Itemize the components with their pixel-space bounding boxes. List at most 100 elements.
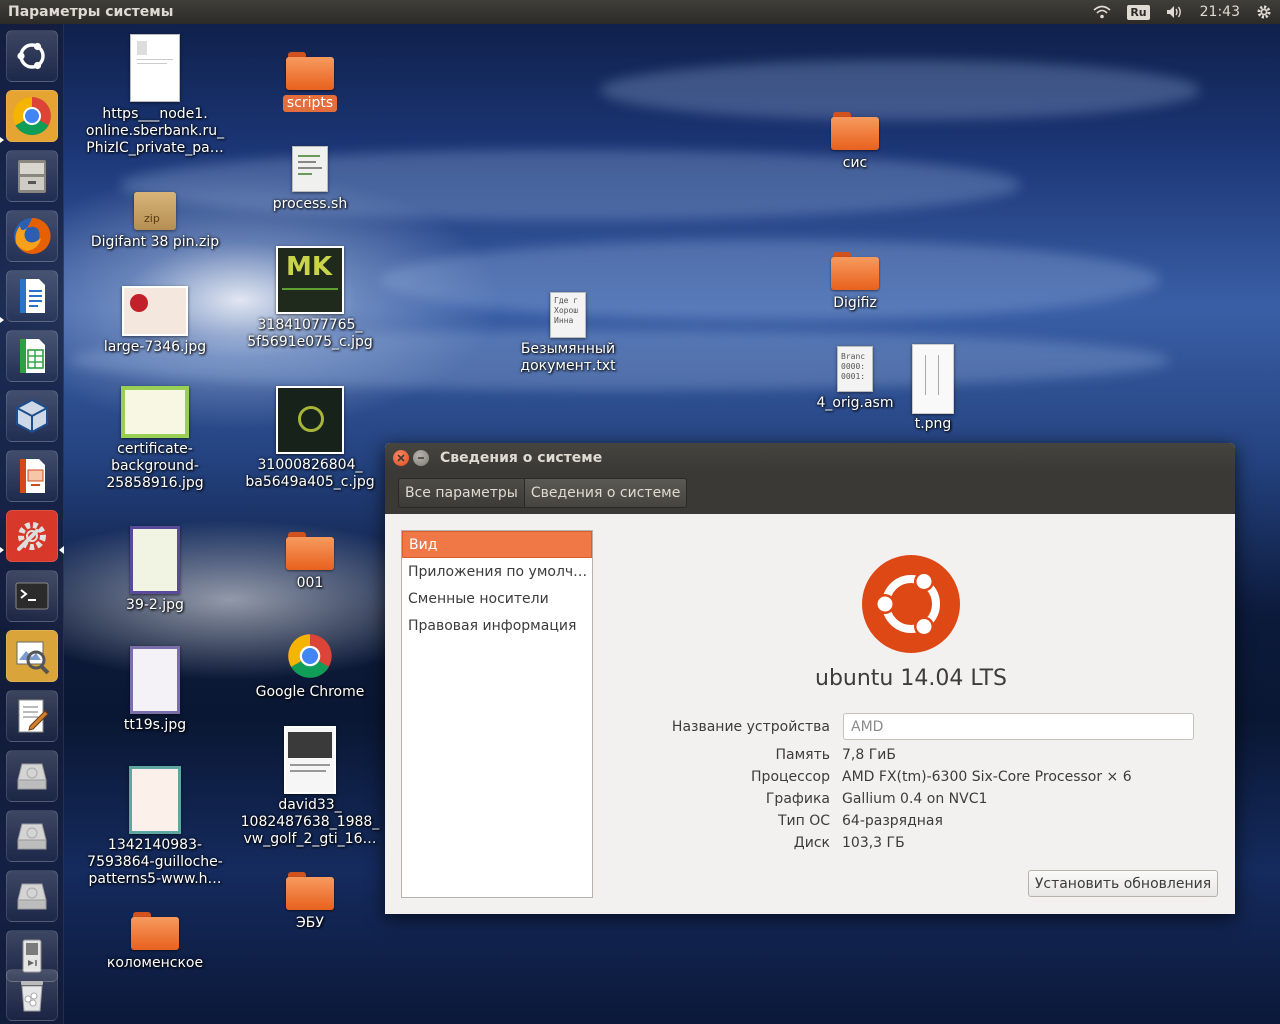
drive-icon[interactable] bbox=[6, 750, 58, 802]
desktop-icon-label: Digifiz bbox=[833, 295, 877, 311]
wallpaper-cloud bbox=[380, 240, 1160, 320]
minimize-icon bbox=[418, 456, 424, 459]
gear-icon[interactable] bbox=[1256, 4, 1272, 20]
breadcrumb-all-settings[interactable]: Все параметры bbox=[398, 478, 525, 508]
wallpaper-cloud bbox=[600, 60, 1200, 120]
running-indicator bbox=[0, 317, 4, 323]
launcher bbox=[0, 24, 64, 1024]
desktop-icon-folder[interactable]: 001 bbox=[240, 532, 380, 592]
impress-icon[interactable] bbox=[6, 450, 58, 502]
firefox-icon[interactable] bbox=[6, 210, 58, 262]
device-name-field[interactable] bbox=[843, 713, 1194, 740]
window-title: Сведения о системе bbox=[440, 449, 603, 466]
chrome-icon[interactable] bbox=[6, 90, 58, 142]
graphics-value: Gallium 0.4 on NVC1 bbox=[842, 791, 988, 807]
processor-label: Процессор bbox=[751, 769, 830, 785]
file-manager-icon[interactable] bbox=[6, 150, 58, 202]
desktop-icon-image[interactable]: 31000826804_ ba5649a405_c.jpg bbox=[230, 386, 390, 491]
text-editor-icon[interactable] bbox=[6, 690, 58, 742]
desktop-icon-folder[interactable]: ЭБУ bbox=[240, 872, 380, 932]
focused-indicator bbox=[59, 546, 64, 554]
volume-icon[interactable] bbox=[1166, 5, 1184, 19]
device-name-label: Название устройства bbox=[671, 719, 830, 735]
desktop-icon-label: t.png bbox=[914, 416, 952, 432]
desktop-icon-label: сис bbox=[842, 155, 868, 171]
virtualbox-icon[interactable] bbox=[6, 390, 58, 442]
desktop-icon-label: коломенское bbox=[106, 955, 204, 971]
sidebar-item-overview[interactable]: Вид bbox=[402, 531, 592, 558]
keyboard-layout-indicator[interactable]: Ru bbox=[1127, 4, 1150, 20]
install-updates-button[interactable]: Установить обновления bbox=[1028, 870, 1218, 897]
desktop-icon-image[interactable]: 39-2.jpg bbox=[80, 526, 230, 614]
zip-badge: zip bbox=[144, 212, 160, 225]
desktop-icon-document[interactable]: https___node1. online.sberbank.ru_ PhizI… bbox=[80, 34, 230, 157]
wifi-icon[interactable] bbox=[1093, 5, 1111, 19]
trash-icon[interactable] bbox=[6, 969, 58, 1021]
desktop-icon-label: https___node1. online.sberbank.ru_ PhizI… bbox=[85, 106, 225, 156]
writer-icon[interactable] bbox=[6, 270, 58, 322]
sidebar-item-legal[interactable]: Правовая информация bbox=[402, 612, 592, 639]
top-panel: Параметры системы Ru 21:43 bbox=[0, 0, 1280, 24]
drive-icon[interactable] bbox=[6, 810, 58, 862]
thumbnail-mk-text: MK bbox=[286, 252, 333, 282]
details-sidebar: Вид Приложения по умолч… Сменные носител… bbox=[401, 530, 593, 898]
desktop-icon-label: Google Chrome bbox=[255, 684, 365, 700]
close-icon bbox=[397, 453, 405, 462]
desktop-icon-image[interactable]: certificate- background- 25858916.jpg bbox=[80, 386, 230, 492]
close-button[interactable] bbox=[393, 449, 409, 466]
clock[interactable]: 21:43 bbox=[1200, 4, 1240, 20]
folder-icon bbox=[286, 872, 334, 910]
desktop-icon-image[interactable]: MK 31841077765_ 5f5691e075_c.jpg bbox=[230, 246, 390, 351]
desktop-icon-image[interactable]: tt19s.jpg bbox=[80, 646, 230, 734]
desktop-icon-folder[interactable]: scripts bbox=[240, 52, 380, 112]
memory-label: Память bbox=[775, 747, 831, 763]
os-name: ubuntu 14.04 LTS bbox=[815, 666, 1007, 691]
breadcrumb-system-details[interactable]: Сведения о системе bbox=[524, 478, 688, 508]
system-settings-icon[interactable] bbox=[6, 510, 58, 562]
desktop-icon-image[interactable]: t.png bbox=[890, 344, 976, 433]
folder-icon bbox=[286, 532, 334, 570]
text-file-icon: Branc 0000: 0001: bbox=[837, 346, 873, 392]
chrome-icon bbox=[288, 634, 332, 678]
desktop-icon-image[interactable]: david33_ 1082487638_1988_ vw_golf_2_gti_… bbox=[240, 726, 380, 848]
desktop-icon-folder[interactable]: коломенское bbox=[80, 912, 230, 972]
calc-icon[interactable] bbox=[6, 330, 58, 382]
desktop-icon-script[interactable]: process.sh bbox=[240, 146, 380, 213]
os-type-label: Тип ОС bbox=[777, 813, 830, 829]
desktop-icon-folder[interactable]: сис bbox=[800, 112, 910, 172]
drive-icon[interactable] bbox=[6, 870, 58, 922]
desktop-icon-label: 001 bbox=[296, 575, 324, 591]
desktop-icon-folder[interactable]: Digifiz bbox=[800, 252, 910, 312]
ubuntu-dash-icon[interactable] bbox=[6, 30, 58, 82]
memory-value: 7,8 ГиБ bbox=[842, 747, 896, 763]
os-type-value: 64-разрядная bbox=[842, 813, 943, 829]
sidebar-item-removable-media[interactable]: Сменные носители bbox=[402, 585, 592, 612]
desktop-icon-label: 1342140983- 7593864-guilloche- patterns5… bbox=[87, 837, 223, 887]
image-thumbnail bbox=[276, 386, 344, 454]
desktop-icon-text-file[interactable]: Где г Хорош Инна Безымянный документ.txt bbox=[500, 292, 636, 375]
image-thumbnail bbox=[912, 344, 954, 414]
minimize-button[interactable] bbox=[413, 449, 429, 466]
text-file-icon: Где г Хорош Инна bbox=[550, 292, 586, 338]
ubuntu-logo-icon bbox=[862, 555, 960, 653]
folder-icon bbox=[131, 912, 179, 950]
desktop-icon-chrome[interactable]: Google Chrome bbox=[240, 632, 380, 701]
image-thumbnail bbox=[129, 766, 181, 834]
image-thumbnail: MK bbox=[276, 246, 344, 314]
image-thumbnail bbox=[122, 286, 188, 336]
image-thumbnail bbox=[130, 646, 180, 714]
terminal-icon[interactable] bbox=[6, 570, 58, 622]
desktop-icon-label: certificate- background- 25858916.jpg bbox=[106, 441, 204, 491]
desktop-icon-label: large-7346.jpg bbox=[103, 339, 207, 355]
running-indicator bbox=[0, 547, 4, 553]
desktop-icon-zip[interactable]: zip Digifant 38 pin.zip bbox=[80, 192, 230, 251]
archive-icon: zip bbox=[134, 192, 176, 230]
desktop-icon-image[interactable]: 1342140983- 7593864-guilloche- patterns5… bbox=[80, 766, 230, 888]
folder-icon bbox=[831, 252, 879, 290]
sidebar-item-default-apps[interactable]: Приложения по умолч… bbox=[402, 558, 592, 585]
image-viewer-icon[interactable] bbox=[6, 630, 58, 682]
desktop-icon-image[interactable]: large-7346.jpg bbox=[80, 286, 230, 356]
disk-label: Диск bbox=[793, 835, 830, 851]
file-preview-text: Branc 0000: 0001: bbox=[841, 352, 866, 381]
window-titlebar[interactable]: Сведения о системе bbox=[385, 443, 1235, 472]
